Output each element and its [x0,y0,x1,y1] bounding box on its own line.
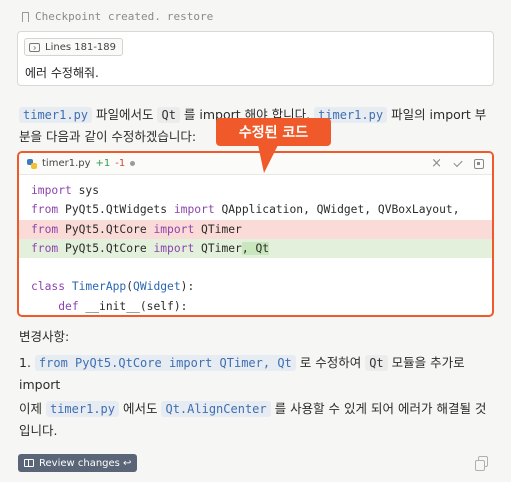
review-changes-button[interactable]: Review changes ↩ [18,454,138,472]
copy-icon[interactable] [475,456,488,471]
removed-code-line: from PyQt5.QtCore import QTimer [19,219,492,239]
checkpoint-row: Checkpoint created. restore [22,10,213,25]
changes-heading: 변경사항: [19,329,70,344]
restore-link[interactable]: restore [167,10,213,23]
code-line: def __init__(self): [58,299,188,313]
code-line: import sys [31,184,100,197]
context-chip-label: Lines 181-189 [45,41,117,53]
context-chip[interactable]: Lines 181-189 [24,38,124,56]
inline-code: Qt [157,107,180,123]
checkpoint-text: Checkpoint created. [35,10,161,23]
inline-code: timer1.py [19,107,93,123]
intro-text: 파일의 import 부 [387,107,487,122]
lines-added-count: +1 [95,158,111,169]
code-line: class TimerApp(QWidget): [31,280,195,294]
code-file-icon [29,42,40,52]
lines-removed-count: -1 [115,158,126,169]
code-filename[interactable]: timer1.py [42,158,91,169]
review-changes-label: Review changes ↩ [39,457,132,469]
accept-icon[interactable] [453,157,463,167]
code-body[interactable]: import sys from PyQt5.QtWidgets import Q… [19,175,492,315]
reject-icon[interactable]: × [431,156,442,171]
code-line: from PyQt5.QtWidgets import QApplication… [31,203,460,217]
user-message: Lines 181-189 에러 수정해줘. [17,31,494,86]
inline-code: timer1.py [45,401,120,417]
code-block: timer1.py +1 -1 × import sys from PyQt5.… [17,151,494,317]
added-code-line: from PyQt5.QtCore import QTimer, Qt [19,238,492,259]
bookmark-icon [22,11,29,25]
code-block-actions: × [431,156,484,171]
inline-code: from PyQt5.QtCore import QTimer, Qt [34,355,296,371]
annotation-callout: 수정된 코드 [216,118,331,146]
callout-pointer [258,145,278,173]
inline-code: Qt [365,355,388,371]
inline-code: Qt.AlignCenter [161,401,271,417]
changes-list-item: 1. from PyQt5.QtCore import QTimer, Qt 로… [19,355,465,392]
conclusion-paragraph: 이제 timer1.py 에서도 Qt.AlignCenter 를 사용할 수 … [19,401,487,438]
intro-text: 파일에서도 [92,107,158,122]
user-message-text: 에러 수정해줘. [25,66,99,80]
code-block-header: timer1.py +1 -1 × [19,153,492,175]
review-icon [24,459,34,467]
status-dot-icon [130,161,136,166]
python-file-icon [27,158,37,169]
apply-icon[interactable] [474,158,484,169]
